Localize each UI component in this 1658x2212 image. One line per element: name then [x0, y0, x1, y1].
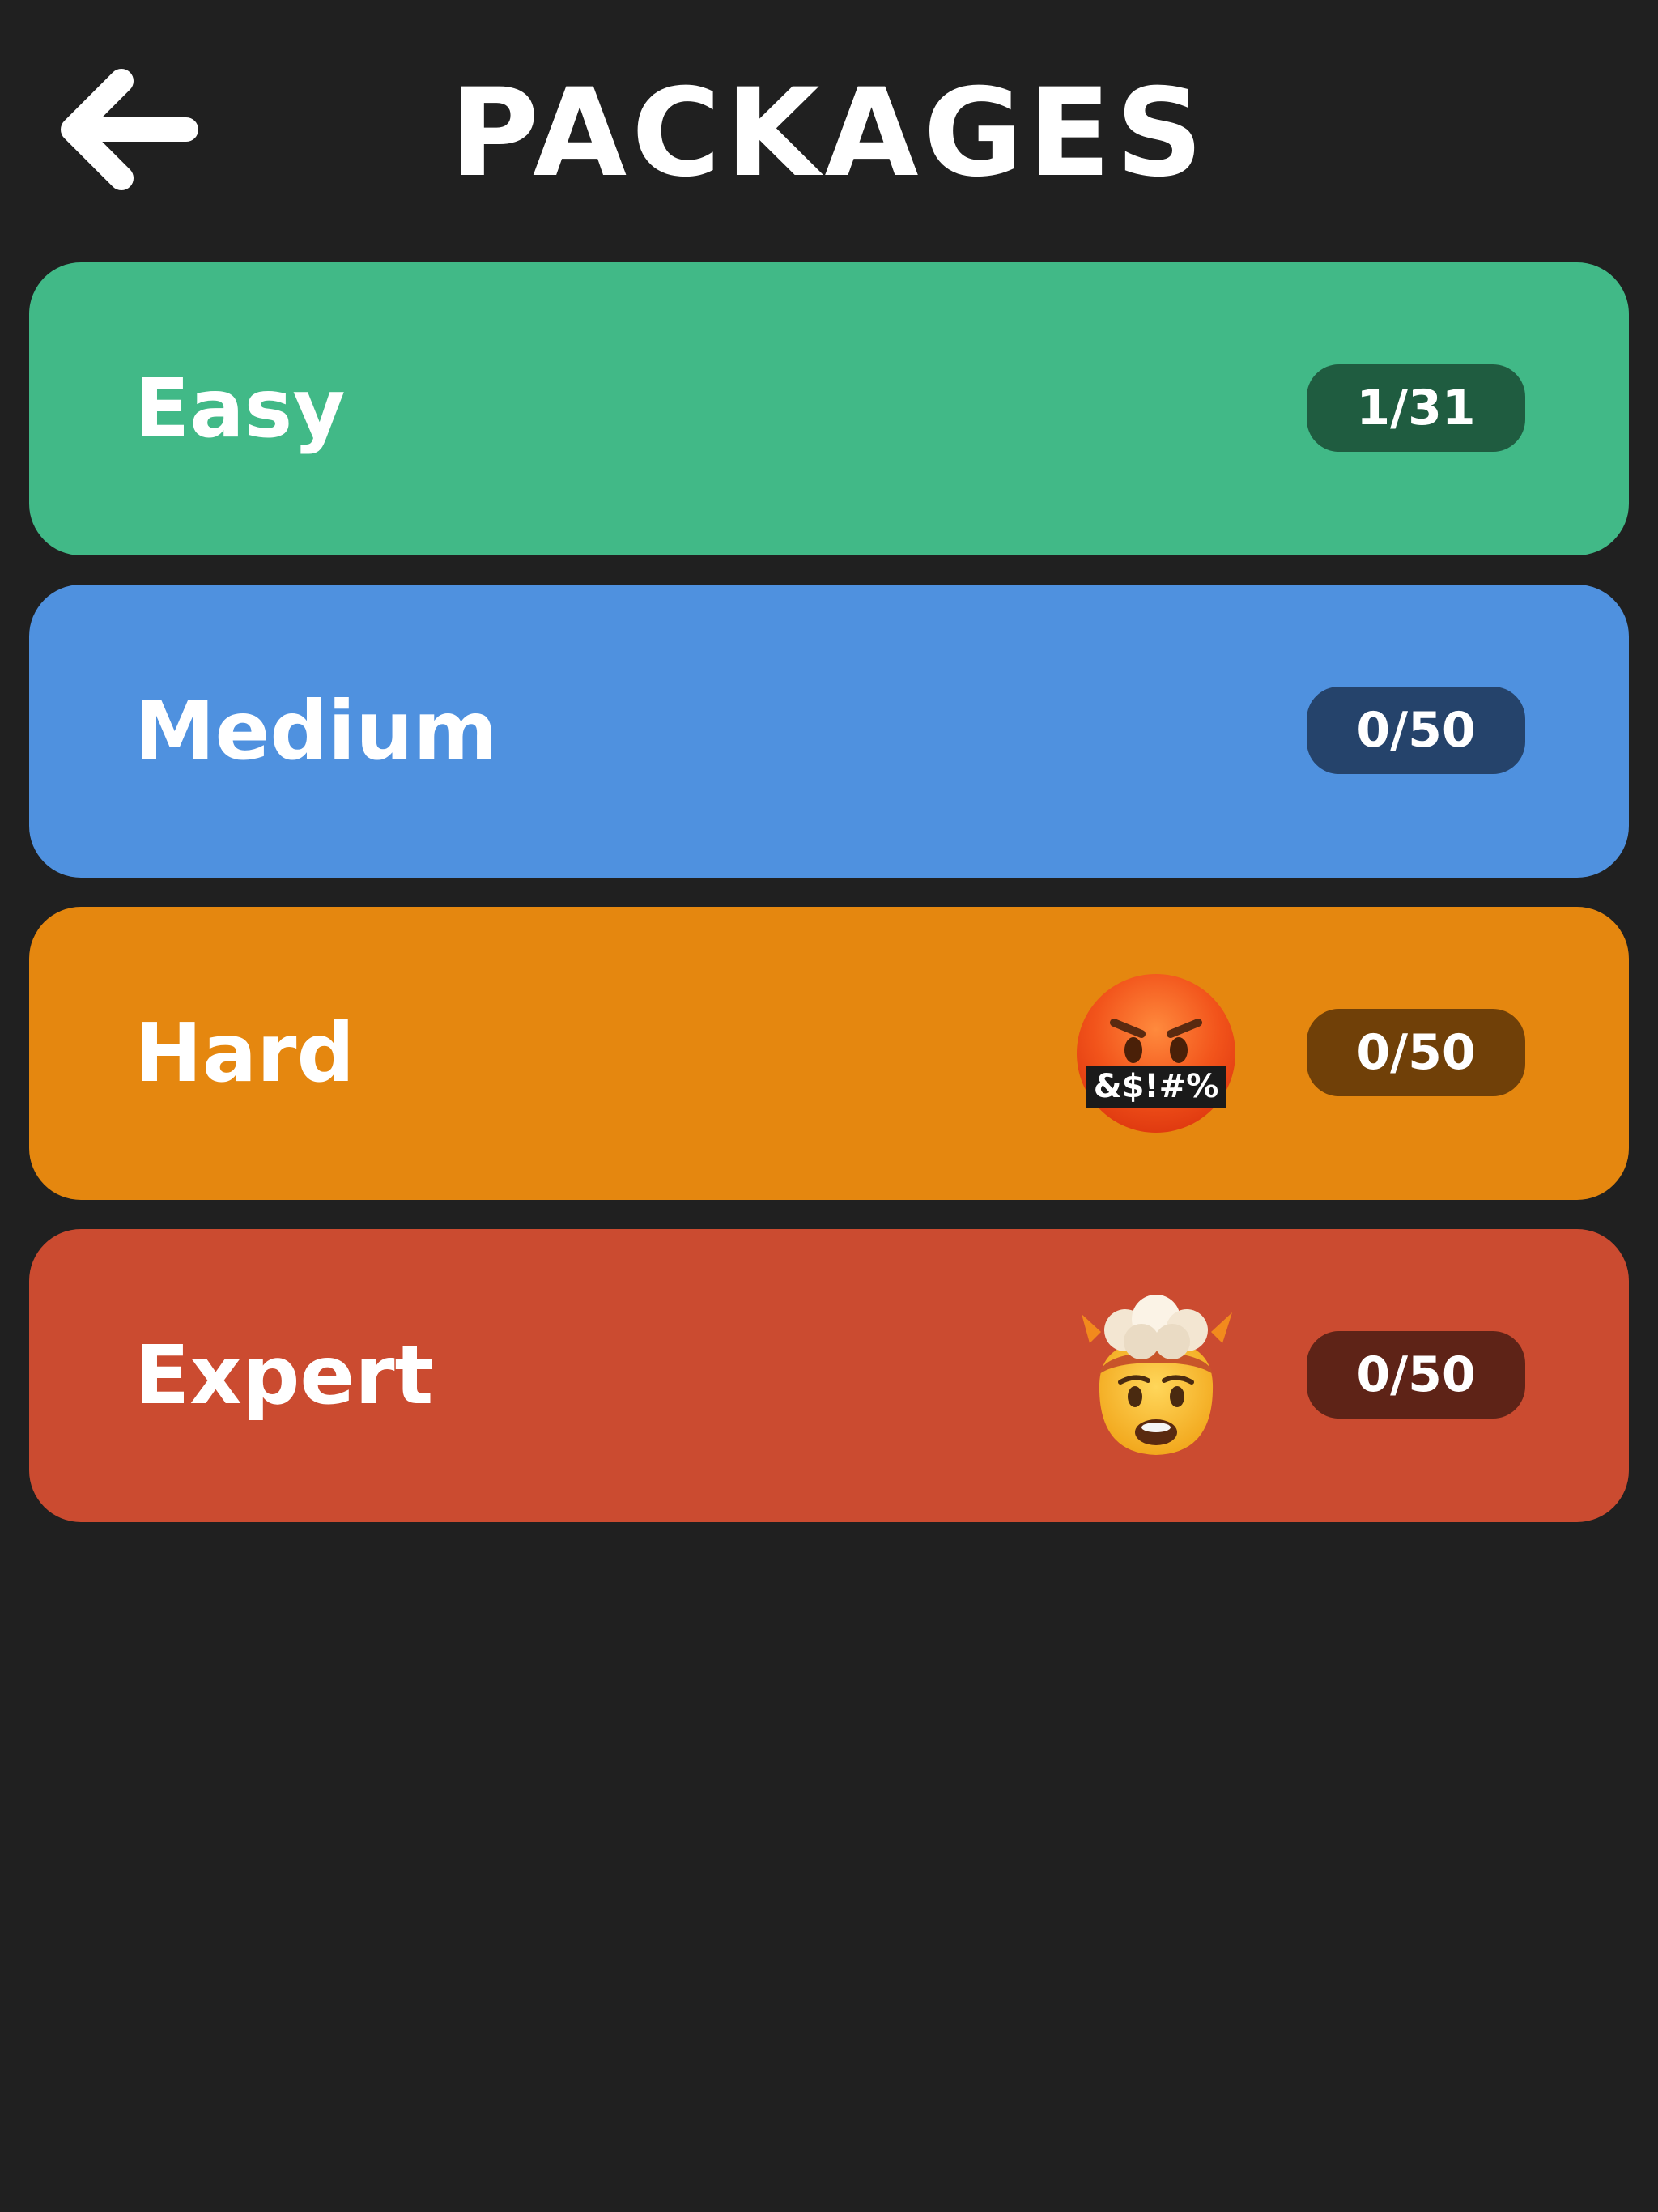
progress-badge: 0/50	[1307, 687, 1525, 774]
progress-badge: 0/50	[1307, 1009, 1525, 1096]
package-name: Easy	[134, 361, 346, 456]
package-card-medium[interactable]: Medium 0/50	[29, 585, 1629, 878]
progress-badge: 1/31	[1307, 364, 1525, 452]
package-card-easy[interactable]: Easy 1/31	[29, 262, 1629, 555]
header: PACKAGES	[0, 0, 1658, 259]
progress-badge: 0/50	[1307, 1331, 1525, 1419]
package-list: Easy 1/31 Medium 0/50 Hard &$!#% 0/50 Ex…	[29, 262, 1629, 1551]
package-card-hard[interactable]: Hard &$!#% 0/50	[29, 907, 1629, 1200]
page-title: PACKAGES	[449, 63, 1209, 204]
package-card-expert[interactable]: Expert 0/50	[29, 1229, 1629, 1522]
package-name: Hard	[134, 1006, 355, 1100]
emoji-symbols-text: &$!#%	[1094, 1068, 1219, 1105]
exploding-head-icon	[1075, 1295, 1237, 1457]
package-name: Medium	[134, 683, 498, 778]
face-with-symbols-on-mouth-icon: &$!#%	[1075, 972, 1237, 1134]
package-name: Expert	[134, 1328, 434, 1423]
